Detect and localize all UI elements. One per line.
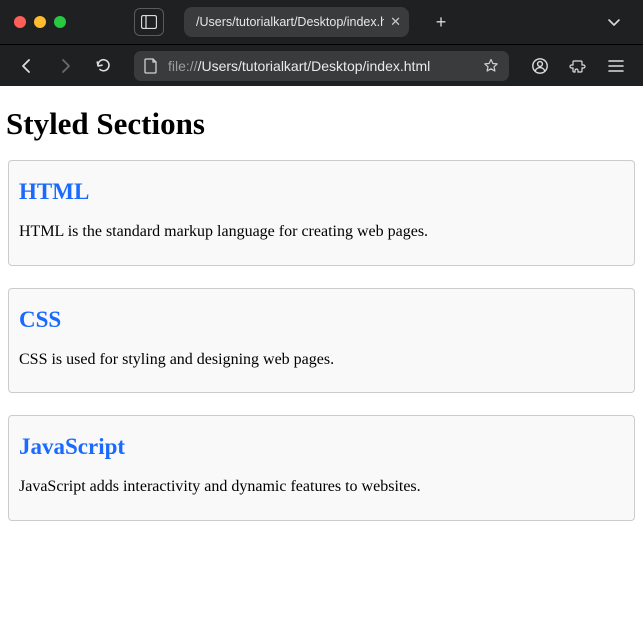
section-body: JavaScript adds interactivity and dynami…: [19, 476, 624, 498]
section-body: CSS is used for styling and designing we…: [19, 349, 624, 371]
back-button[interactable]: [10, 50, 44, 82]
browser-tab[interactable]: /Users/tutorialkart/Desktop/index.ht ✕: [184, 7, 409, 37]
account-button[interactable]: [523, 50, 557, 82]
forward-button[interactable]: [48, 50, 82, 82]
new-tab-button[interactable]: +: [427, 8, 455, 36]
window-minimize-button[interactable]: [34, 16, 46, 28]
sidebar-toggle-button[interactable]: [134, 8, 164, 36]
section-title: HTML: [19, 179, 624, 205]
window-titlebar: /Users/tutorialkart/Desktop/index.ht ✕ +: [0, 0, 643, 44]
window-maximize-button[interactable]: [54, 16, 66, 28]
app-menu-button[interactable]: [599, 50, 633, 82]
extensions-button[interactable]: [561, 50, 595, 82]
file-icon: [144, 58, 158, 74]
window-close-button[interactable]: [14, 16, 26, 28]
page-content: Styled Sections HTML HTML is the standar…: [0, 86, 643, 563]
url-path: /Users/tutorialkart/Desktop/index.html: [198, 58, 431, 74]
url-scheme: file://: [168, 58, 198, 74]
traffic-lights: [14, 16, 66, 28]
tab-title: /Users/tutorialkart/Desktop/index.ht: [196, 15, 384, 29]
tab-close-button[interactable]: ✕: [390, 14, 401, 30]
section-card: JavaScript JavaScript adds interactivity…: [8, 415, 635, 521]
section-body: HTML is the standard markup language for…: [19, 221, 624, 243]
section-card: CSS CSS is used for styling and designin…: [8, 288, 635, 394]
address-bar[interactable]: file:///Users/tutorialkart/Desktop/index…: [134, 51, 509, 81]
page-title: Styled Sections: [6, 106, 637, 142]
section-title: JavaScript: [19, 434, 624, 460]
browser-toolbar: file:///Users/tutorialkart/Desktop/index…: [0, 44, 643, 86]
bookmark-star-icon[interactable]: [483, 58, 499, 74]
section-card: HTML HTML is the standard markup languag…: [8, 160, 635, 266]
section-title: CSS: [19, 307, 624, 333]
address-text: file:///Users/tutorialkart/Desktop/index…: [168, 58, 430, 74]
reload-button[interactable]: [86, 50, 120, 82]
tabs-dropdown-button[interactable]: [599, 8, 629, 36]
